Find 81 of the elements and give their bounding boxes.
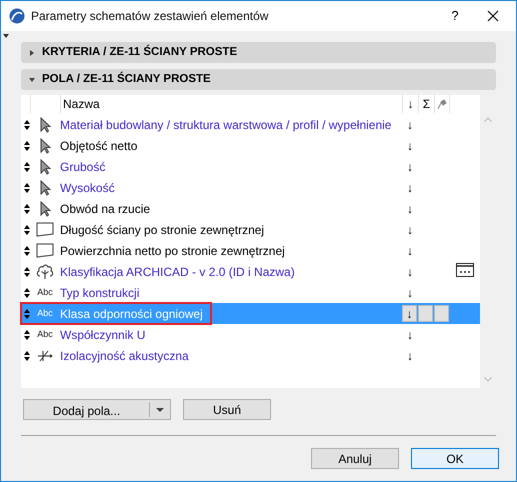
- reorder-handle-icon[interactable]: [24, 182, 30, 192]
- text-type-icon: Abc: [37, 330, 53, 339]
- caret-icon: [156, 408, 164, 412]
- reorder-handle-icon[interactable]: [24, 162, 30, 172]
- pointer-icon: [40, 158, 50, 174]
- field-row[interactable]: Abc Klasa odporności ogniowej ↓: [21, 303, 480, 324]
- column-header[interactable]: Σ: [422, 95, 430, 113]
- cancel-button[interactable]: Anuluj: [311, 448, 399, 469]
- field-row[interactable]: Wysokość ↓: [21, 177, 480, 198]
- sort-direction[interactable]: ↓: [402, 284, 418, 302]
- sort-direction[interactable]: ↓: [402, 262, 418, 280]
- pointer-icon: [40, 138, 50, 154]
- section-header[interactable]: POLA / ZE-11 ŚCIANY PROSTE: [21, 69, 496, 90]
- field-row[interactable]: Materiał budowlany / struktura warstwowa / profil / wypełnienie ↓: [21, 114, 480, 135]
- field-name: Klasa odporności ogniowej: [60, 306, 203, 322]
- pointer-icon: [40, 116, 50, 132]
- text-type-icon: Abc: [37, 288, 53, 297]
- section-header[interactable]: KRYTERIA / ZE-11 ŚCIANY PROSTE: [21, 42, 496, 63]
- reorder-handle-icon[interactable]: [24, 330, 30, 340]
- app-logo-icon: [9, 8, 25, 24]
- field-row[interactable]: Klasyfikacja ARCHICAD - v 2.0 (ID i Nazwa) ↓: [21, 261, 480, 282]
- sort-direction[interactable]: ↓: [402, 136, 418, 154]
- text-type-icon: Abc: [37, 309, 53, 318]
- column-header[interactable]: Nazwa: [63, 95, 100, 113]
- field-name: Klasyfikacja ARCHICAD - v 2.0 (ID i Nazwa): [60, 264, 295, 280]
- sort-direction[interactable]: ↓: [402, 200, 418, 218]
- help-button[interactable]: ?: [440, 6, 470, 26]
- sort-direction[interactable]: ↓: [402, 346, 418, 364]
- field-name: Długość ściany po stronie zewnętrznej: [60, 222, 264, 238]
- field-name: Objętość netto: [60, 138, 138, 154]
- sort-direction[interactable]: ↓: [402, 242, 418, 260]
- collapse-icon[interactable]: [3, 34, 9, 38]
- field-row[interactable]: Powierzchnia netto po stronie zewnętrznej ↓: [21, 240, 480, 261]
- reorder-handle-icon[interactable]: [24, 350, 30, 360]
- flag-toggle[interactable]: [434, 305, 449, 322]
- panel-icon: [36, 243, 54, 258]
- reorder-handle-icon[interactable]: [24, 266, 30, 276]
- reorder-handle-icon[interactable]: [24, 246, 30, 256]
- window-title: Parametry schematów zestawień elementów: [31, 8, 268, 25]
- sort-direction[interactable]: ↓: [402, 158, 418, 176]
- field-name: Współczynnik U: [60, 326, 146, 344]
- ok-button[interactable]: OK: [411, 448, 499, 469]
- flag-icon[interactable]: [437, 99, 447, 109]
- field-row[interactable]: Objętość netto ↓: [21, 135, 480, 156]
- field-row[interactable]: Izolacyjność akustyczna ↓: [21, 345, 480, 366]
- field-row[interactable]: Abc Współczynnik U ↓: [21, 324, 480, 345]
- reorder-handle-icon[interactable]: [24, 204, 30, 214]
- sort-direction[interactable]: ↓: [402, 178, 418, 196]
- pointer-icon: [40, 200, 50, 216]
- remove-button[interactable]: Usuń: [183, 399, 271, 420]
- sort-direction[interactable]: ↓: [402, 326, 418, 344]
- options-icon[interactable]: [456, 263, 474, 277]
- pointer-icon: [40, 180, 50, 196]
- insulation-icon: [37, 350, 53, 362]
- reorder-handle-icon[interactable]: [24, 288, 30, 298]
- add-fields-button[interactable]: Dodaj pola...: [24, 402, 150, 417]
- expanded-arrow-icon: [29, 76, 35, 82]
- reorder-handle-icon[interactable]: [24, 308, 30, 318]
- field-name: Materiał budowlany / struktura warstwowa / profil / wypełnienie: [60, 116, 392, 134]
- sort-toggle[interactable]: ↓: [402, 305, 417, 322]
- field-row[interactable]: Obwód na rzucie ↓: [21, 198, 480, 219]
- field-name: Wysokość: [60, 180, 115, 196]
- sort-direction[interactable]: ↓: [402, 116, 418, 134]
- field-name: Grubość: [60, 158, 106, 176]
- reorder-handle-icon[interactable]: [24, 224, 30, 234]
- close-icon: [487, 10, 499, 22]
- field-row[interactable]: Grubość ↓: [21, 156, 480, 177]
- field-row[interactable]: Długość ściany po stronie zewnętrznej ↓: [21, 219, 480, 240]
- tree-icon: [36, 264, 54, 280]
- field-name: Typ konstrukcji: [60, 284, 140, 302]
- field-row[interactable]: Abc Typ konstrukcji ↓: [21, 282, 480, 303]
- column-header[interactable]: ↓: [408, 95, 414, 113]
- field-name: Izolacyjność akustyczna: [60, 348, 189, 364]
- reorder-handle-icon[interactable]: [24, 120, 30, 130]
- field-name: Obwód na rzucie: [60, 200, 150, 218]
- panel-icon: [36, 222, 54, 237]
- sort-direction[interactable]: ↓: [402, 220, 418, 238]
- field-name: Powierzchnia netto po stronie zewnętrznej: [60, 242, 285, 260]
- reorder-handle-icon[interactable]: [24, 140, 30, 150]
- collapsed-arrow-icon: [29, 50, 35, 56]
- sum-toggle[interactable]: [418, 305, 433, 322]
